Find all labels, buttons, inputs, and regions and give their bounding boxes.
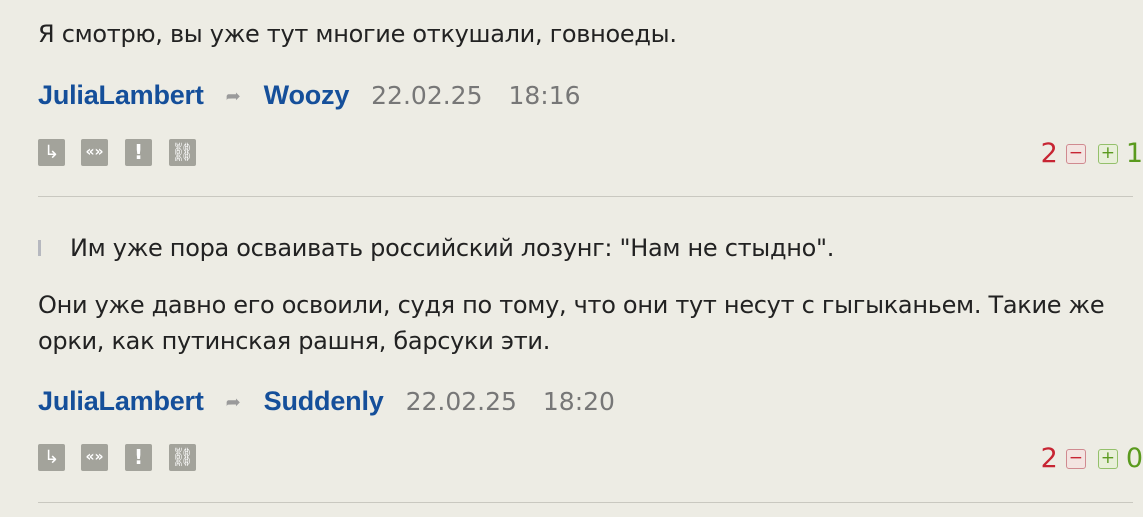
votes-down-count: 2 (1040, 138, 1058, 169)
reply-arrow-icon: ➦ (225, 86, 241, 106)
comment-meta: JuliaLambert ➦ Suddenly 22.02.25 18:20 (38, 384, 615, 418)
comment-date: 22.02.25 (405, 387, 517, 416)
minus-icon: − (1068, 448, 1083, 468)
vote-panel: 2− +0 (1041, 444, 1143, 474)
votes-up-count: 0 (1125, 443, 1143, 474)
plus-icon: + (1100, 448, 1115, 468)
permalink-button[interactable]: ⛓ (169, 444, 196, 471)
quote-button[interactable]: «» (81, 139, 108, 166)
link-icon: ⛓ (171, 447, 194, 468)
votes-down-count: 2 (1040, 443, 1058, 474)
report-icon: ! (133, 445, 144, 469)
reply-icon: ↳ (43, 142, 60, 163)
report-icon: ! (133, 140, 144, 164)
quote-icon: «» (85, 449, 104, 465)
reply-arrow-icon: ➦ (225, 392, 241, 412)
reply-button[interactable]: ↳ (38, 444, 65, 471)
votes-up-count: 1 (1125, 138, 1143, 169)
quote-icon: «» (85, 144, 104, 160)
permalink-button[interactable]: ⛓ (169, 139, 196, 166)
vote-panel: 2− +1 (1041, 139, 1143, 169)
comment-meta: JuliaLambert ➦ Woozy 22.02.25 18:16 (38, 78, 581, 112)
reply-to-link[interactable]: Woozy (264, 80, 350, 110)
author-link[interactable]: JuliaLambert (38, 80, 204, 110)
minus-icon: − (1068, 143, 1083, 163)
reply-to-link[interactable]: Suddenly (264, 386, 384, 416)
author-link[interactable]: JuliaLambert (38, 386, 204, 416)
vote-down-button[interactable]: − (1065, 143, 1086, 164)
comment-date: 22.02.25 (371, 81, 483, 110)
report-button[interactable]: ! (125, 139, 152, 166)
comment-text: Они уже давно его освоили, судя по тому,… (38, 291, 1105, 355)
vote-down-button[interactable]: − (1065, 448, 1086, 469)
reply-icon: ↳ (43, 447, 60, 468)
comment-time: 18:20 (542, 387, 615, 416)
vote-up-button[interactable]: + (1097, 143, 1118, 164)
quote-button[interactable]: «» (81, 444, 108, 471)
reply-button[interactable]: ↳ (38, 139, 65, 166)
quoted-text: Им уже пора осваивать российский лозунг:… (38, 231, 834, 265)
report-button[interactable]: ! (125, 444, 152, 471)
vote-up-button[interactable]: + (1097, 448, 1118, 469)
comment-time: 18:16 (508, 81, 581, 110)
comment-text: Я смотрю, вы уже тут многие откушали, го… (38, 20, 677, 48)
link-icon: ⛓ (171, 142, 194, 163)
plus-icon: + (1100, 143, 1115, 163)
